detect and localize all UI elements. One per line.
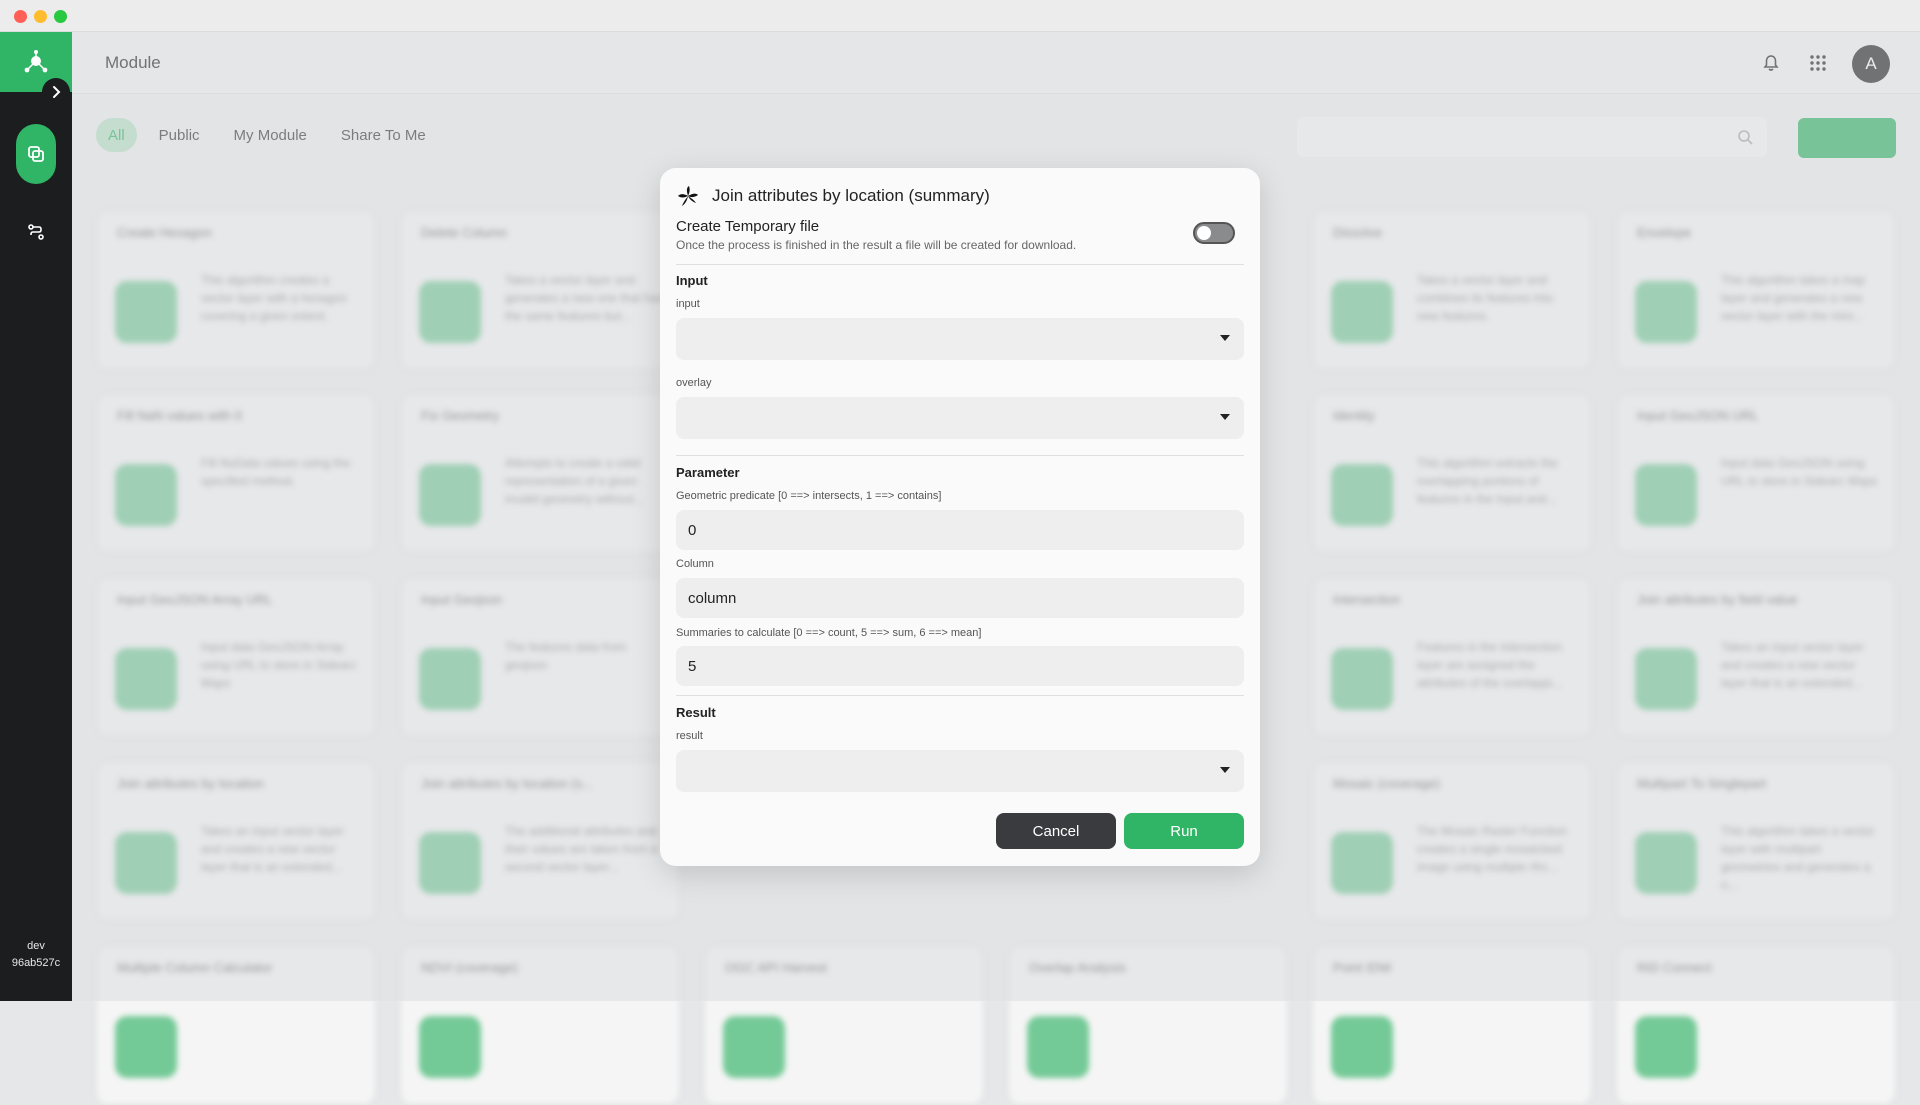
summaries-value: 5: [688, 658, 697, 675]
section-parameter-title: Parameter: [676, 465, 740, 480]
minimize-window-button[interactable]: [34, 10, 47, 23]
module-icon: [1027, 1016, 1089, 1078]
predicate-value: 0: [688, 522, 697, 539]
divider: [676, 264, 1244, 265]
dialog-title: Join attributes by location (summary): [712, 186, 990, 205]
sidebar-expand-button[interactable]: [42, 78, 70, 106]
temp-file-toggle[interactable]: [1193, 222, 1235, 244]
column-label: Column: [676, 558, 714, 570]
divider: [676, 695, 1244, 696]
close-window-button[interactable]: [14, 10, 27, 23]
sidebar: dev 96ab527c: [0, 32, 72, 1001]
summaries-label: Summaries to calculate [0 ==> count, 5 =…: [676, 627, 982, 639]
env-label: dev: [27, 940, 45, 952]
toggle-knob: [1197, 226, 1211, 240]
sidebar-item-workflow[interactable]: [24, 220, 48, 244]
predicate-label: Geometric predicate [0 ==> intersects, 1…: [676, 490, 942, 502]
chevron-down-icon: [1220, 414, 1230, 420]
column-value: column: [688, 590, 737, 607]
divider: [676, 455, 1244, 456]
input-label: input: [676, 298, 700, 310]
leaf-icon: [678, 186, 698, 206]
module-icon: [1331, 1016, 1393, 1078]
temp-file-description: Once the process is finished in the resu…: [676, 238, 1077, 252]
logo-icon: [24, 50, 48, 73]
window-titlebar: [0, 0, 1920, 32]
build-id: 96ab527c: [11, 957, 61, 969]
temp-file-label: Create Temporary file: [676, 218, 820, 235]
summaries-input[interactable]: 5: [676, 646, 1244, 686]
cancel-button[interactable]: Cancel: [996, 813, 1116, 849]
input-select[interactable]: [676, 318, 1244, 360]
section-input-title: Input: [676, 273, 708, 288]
overlay-label: overlay: [676, 377, 712, 389]
workflow-icon: [28, 224, 44, 240]
chevron-down-icon: [1220, 767, 1230, 773]
result-label: result: [676, 730, 703, 742]
predicate-input[interactable]: 0: [676, 510, 1244, 550]
column-input[interactable]: column: [676, 578, 1244, 618]
module-icon: [419, 1016, 481, 1078]
module-icon: [1635, 1016, 1697, 1078]
overlay-select[interactable]: [676, 397, 1244, 439]
sidebar-item-module[interactable]: [16, 124, 56, 184]
run-button[interactable]: Run: [1124, 813, 1244, 849]
result-select[interactable]: [676, 750, 1244, 792]
environment-info: dev 96ab527c: [0, 938, 72, 972]
section-result-title: Result: [676, 705, 716, 720]
chevron-down-icon: [1220, 335, 1230, 341]
layers-icon: [28, 146, 44, 162]
module-icon: [723, 1016, 785, 1078]
maximize-window-button[interactable]: [54, 10, 67, 23]
chevron-right-icon: [53, 86, 61, 98]
module-icon: [115, 1016, 177, 1078]
join-attributes-dialog: Join attributes by location (summary) Cr…: [660, 168, 1260, 866]
